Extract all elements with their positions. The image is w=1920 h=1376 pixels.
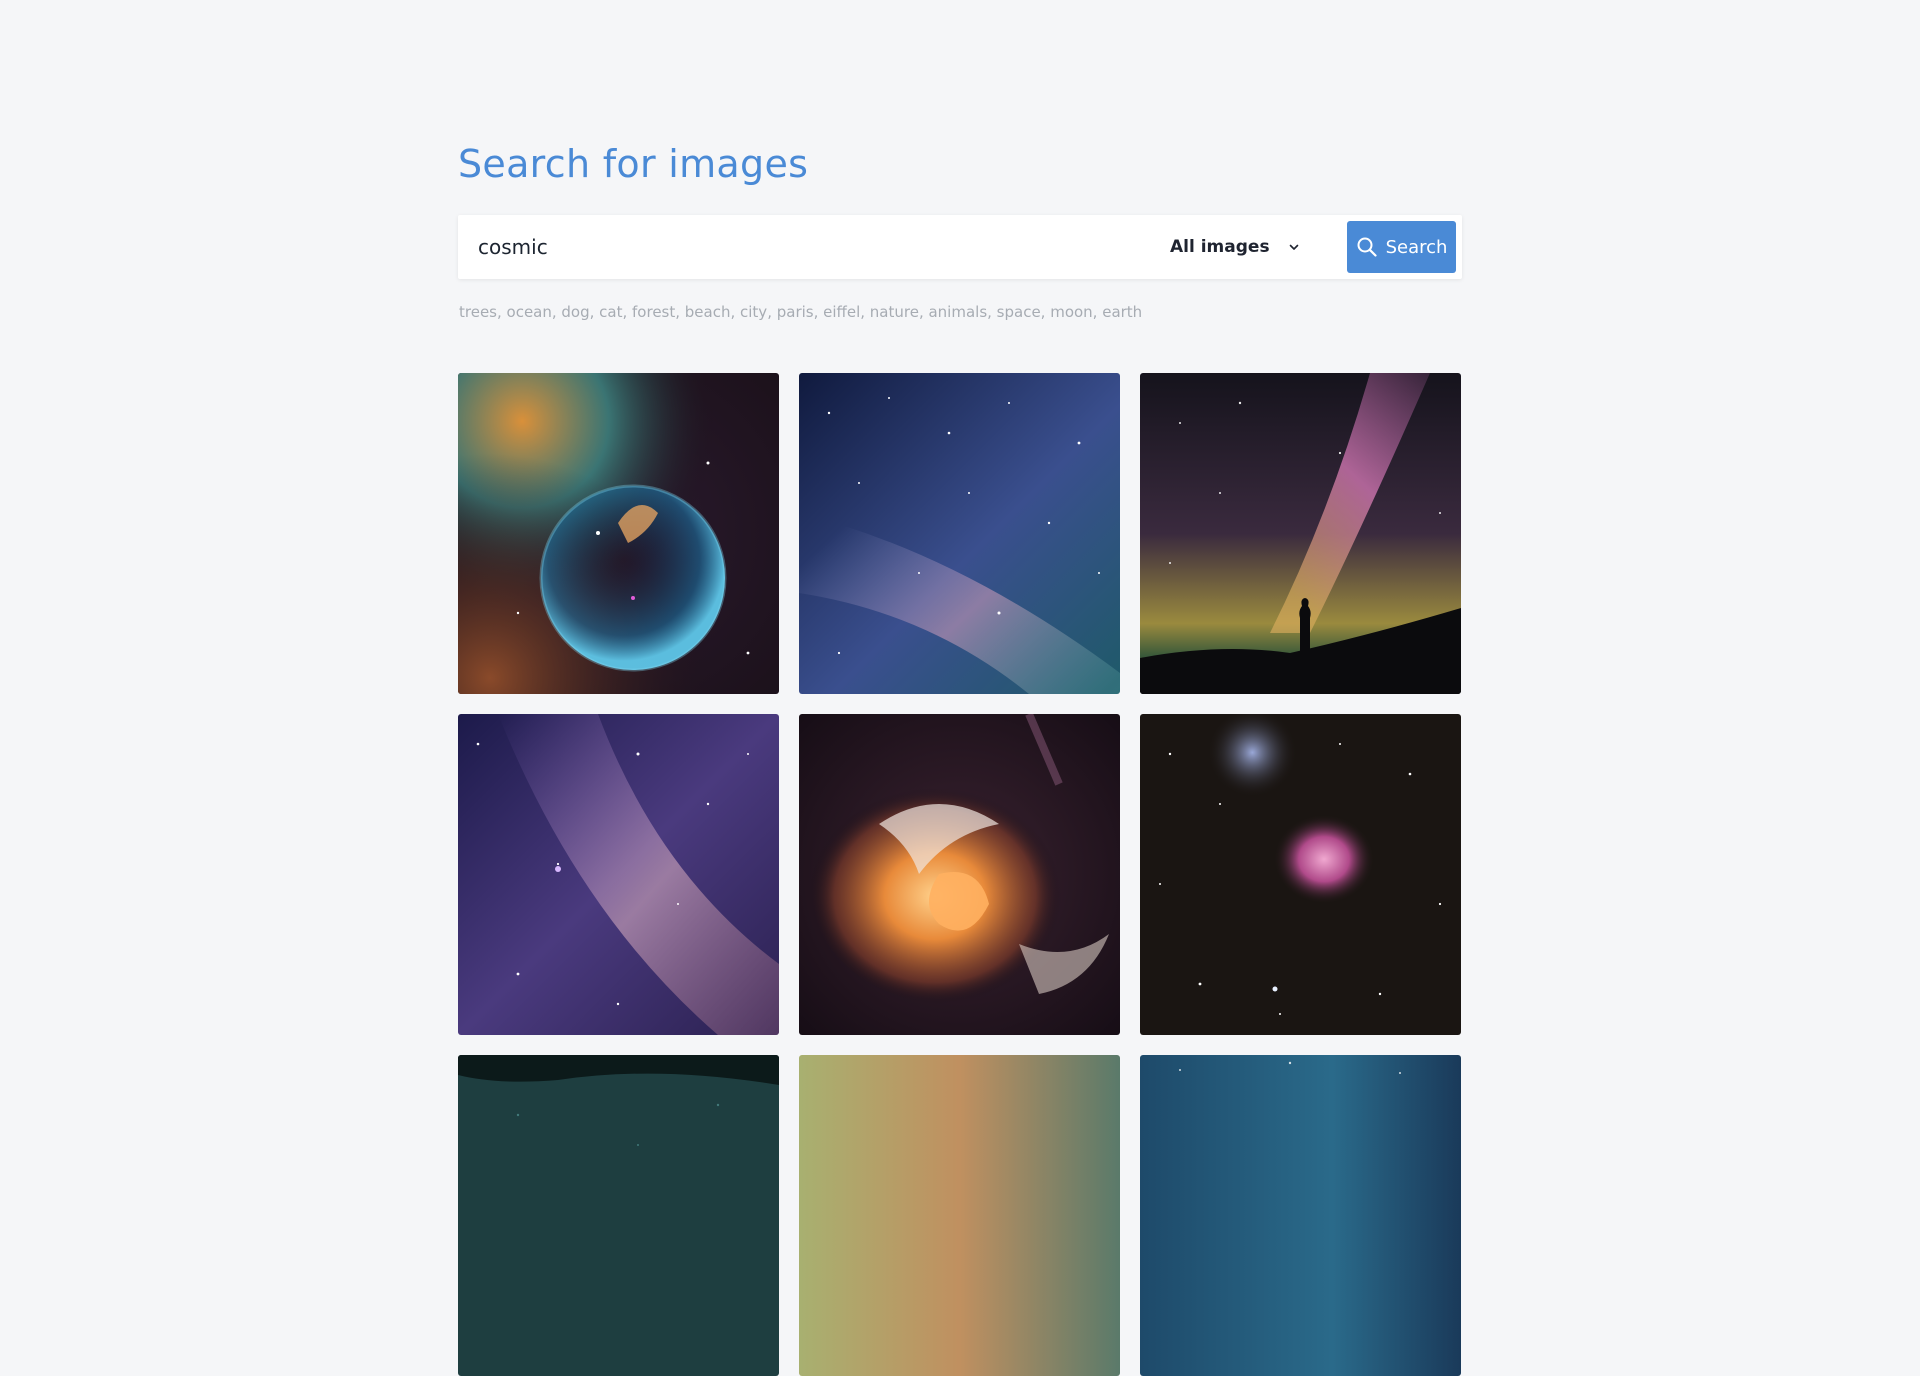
page-title: Search for images (458, 142, 809, 186)
search-bar: All images Search (458, 215, 1462, 279)
image-type-select-label: All images (1170, 237, 1270, 257)
search-suggestions: trees, ocean, dog, cat, forest, beach, c… (459, 303, 1143, 321)
result-image[interactable] (1140, 1055, 1461, 1376)
search-button[interactable]: Search (1347, 221, 1456, 273)
result-image[interactable] (458, 373, 779, 694)
chevron-down-icon (1286, 239, 1302, 255)
search-button-label: Search (1385, 236, 1448, 258)
result-image[interactable] (799, 1055, 1120, 1376)
result-image[interactable] (1140, 714, 1461, 1035)
image-type-select[interactable]: All images (1158, 215, 1318, 279)
result-image[interactable] (458, 714, 779, 1035)
result-image[interactable] (799, 714, 1120, 1035)
result-image[interactable] (458, 1055, 779, 1376)
result-image[interactable] (1140, 373, 1461, 694)
search-input[interactable] (458, 215, 1118, 279)
search-icon (1356, 236, 1378, 258)
results-grid (458, 373, 1462, 1376)
result-image[interactable] (799, 373, 1120, 694)
